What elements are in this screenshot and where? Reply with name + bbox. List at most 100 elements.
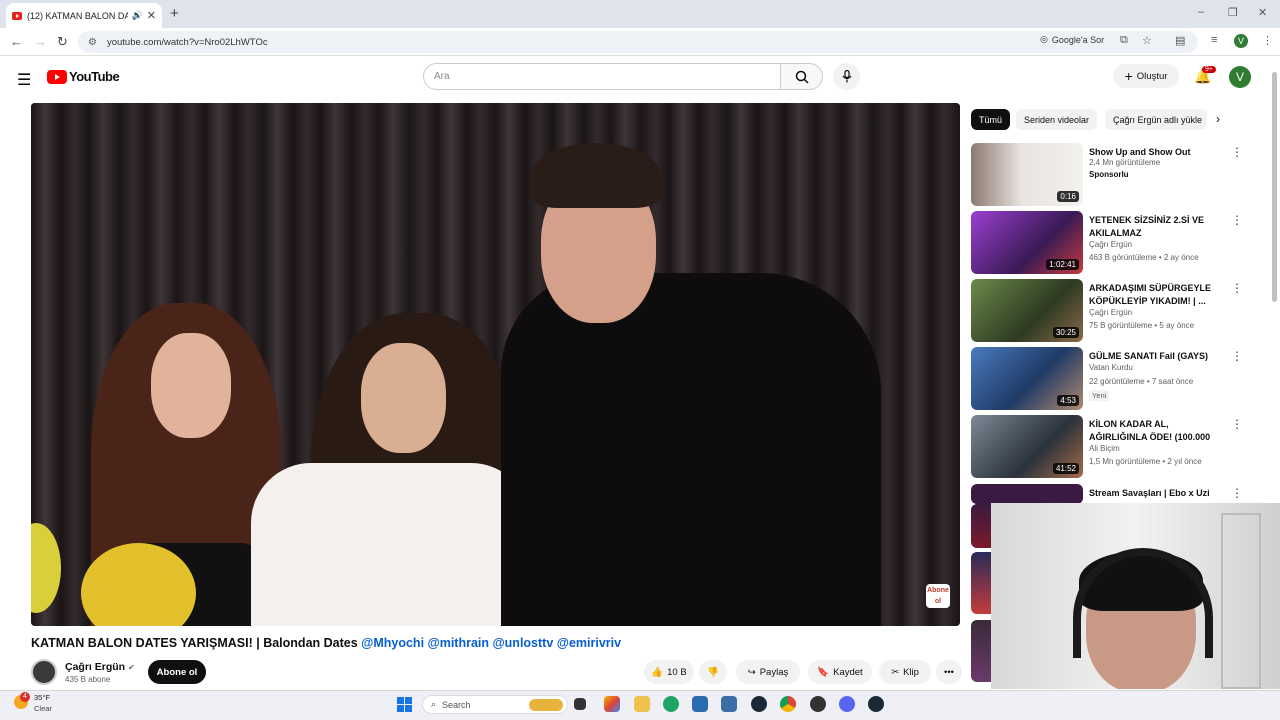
video-thumbnail[interactable] [971,620,991,682]
maximize-button[interactable]: ❐ [1228,6,1238,19]
chip-channel-uploads[interactable]: Çağrı Ergün adlı yükle [1105,109,1207,130]
bookmark-star-icon[interactable]: ☆ [1142,34,1152,47]
side-panel-icon[interactable]: ▤ [1175,34,1185,47]
tab-close-icon[interactable]: ✕ [147,9,156,22]
edge-browser-icon[interactable] [663,696,679,712]
clip-button[interactable]: ✂ Klip [879,660,931,684]
video-thumbnail[interactable]: 0:16 [971,143,1083,206]
chip-series[interactable]: Seriden videolar [1016,109,1098,130]
video-person-right [501,273,881,626]
discord-icon[interactable] [839,696,855,712]
copilot-icon[interactable] [604,696,620,712]
channel-avatar[interactable] [31,659,57,685]
recommendation-channel[interactable]: Çağrı Ergün [1089,308,1132,317]
duration-badge: 0:16 [1057,191,1079,202]
recommendation-title[interactable]: YETENEK SİZSİNİZ 2.Sİ VE AKILALMAZ SİHİR… [1089,214,1227,240]
reload-icon[interactable]: ↻ [57,34,68,50]
page-scrollbar[interactable] [1271,62,1278,322]
video-thumbnail[interactable]: 1:02:41 [971,211,1083,274]
chrome-icon[interactable] [780,696,796,712]
video-thumbnail[interactable]: 30:25 [971,279,1083,342]
recommendation-meta: 22 görüntüleme • 7 saat önce [1089,377,1194,386]
hamburger-menu-icon[interactable]: ☰ [17,70,31,90]
google-lens-button[interactable]: ◎ Google'a Sor [1040,34,1104,45]
recommendation-title[interactable]: KİLON KADAR AL, AĞIRLIĞINLA ÖDE! (100.00… [1089,418,1227,444]
steam-icon[interactable] [868,696,884,712]
duration-badge: 4:53 [1057,395,1079,406]
windows-start-icon[interactable] [397,697,412,712]
browser-menu-icon[interactable]: ⋮ [1262,34,1273,47]
recommendation-meta: 463 B görüntüleme • 2 ay önce [1089,253,1199,262]
recommendation-item[interactable]: 0:16 Show Up and Show Out 2,4 Mn görüntü… [971,143,1251,207]
url-bar[interactable]: ⚙ youtube.com/watch?v=Nro02LhWTOc [78,31,1198,53]
search-icon: ⌕ [431,699,437,709]
more-options-icon[interactable]: ⋮ [1231,281,1243,295]
lens-icon: ◎ [1040,34,1048,44]
minimize-button[interactable]: – [1198,6,1204,18]
search-input[interactable]: Ara [423,63,781,90]
save-button[interactable]: 🔖 Kaydet [808,660,872,684]
more-options-icon[interactable]: ⋮ [1231,417,1243,431]
youtube-play-icon [47,69,67,84]
thumbs-up-icon: 👍 [651,666,664,678]
video-thumbnail[interactable] [971,504,991,548]
more-options-icon[interactable]: ⋮ [1231,349,1243,363]
recommendation-item[interactable]: 4:53 GÜLME SANATI Fail (GAYS) Vatan Kurd… [971,347,1251,411]
scrollbar-thumb[interactable] [1272,72,1277,302]
video-thumbnail[interactable] [971,552,991,614]
subscribe-watermark[interactable]: Abone ol [926,584,950,608]
weather-badge: 4 [20,692,30,702]
recommendation-item[interactable]: 41:52 KİLON KADAR AL, AĞIRLIĞINLA ÖDE! (… [971,415,1251,479]
chip-all[interactable]: Tümü [971,109,1011,130]
recommendation-channel[interactable]: Ali Biçim [1089,444,1120,453]
taskbar-search-input[interactable]: ⌕ Search [422,695,568,714]
weather-temperature[interactable]: 35°F [34,693,50,702]
video-title-mentions[interactable]: @Mhyochi @mithrain @unlosttv @emirivriv [361,636,621,650]
video-thumbnail[interactable]: 41:52 [971,415,1083,478]
recommendation-item[interactable]: 30:25 ARKADAŞIMI SÜPÜRGEYLE KÖPÜKLEYİP Y… [971,279,1251,343]
back-icon[interactable]: ← [10,34,23,49]
task-view-icon[interactable] [574,698,586,710]
obs-icon[interactable] [810,696,826,712]
video-thumbnail[interactable] [971,484,1083,504]
new-tab-button[interactable]: + [170,5,179,22]
browser-profile-avatar[interactable]: V [1234,34,1248,48]
tab-title: (12) KATMAN BALON DATES [27,10,128,21]
more-actions-button[interactable]: ••• [936,660,962,684]
subscribe-button[interactable]: Abone ol [148,660,206,684]
install-app-icon[interactable]: ⧉ [1120,34,1128,47]
like-button[interactable]: 👍 10 B [644,660,694,684]
more-options-icon[interactable]: ⋮ [1231,145,1243,159]
more-options-icon[interactable]: ⋮ [1231,213,1243,227]
speaker-icon[interactable]: 🔊 [132,10,143,21]
video-thumbnail[interactable]: 4:53 [971,347,1083,410]
more-options-icon[interactable]: ⋮ [1231,486,1243,500]
recommendation-item[interactable]: 1:02:41 YETENEK SİZSİNİZ 2.Sİ VE AKILALM… [971,211,1251,275]
window-close-button[interactable]: ✕ [1258,6,1267,19]
recommendation-title[interactable]: Stream Savaşları | Ebo x Uzi [1089,487,1227,500]
forward-icon[interactable]: → [34,34,47,49]
file-explorer-icon[interactable] [634,696,650,712]
browser-tab-active[interactable]: (12) KATMAN BALON DATES 🔊 ✕ [6,3,162,28]
create-button[interactable]: + Oluştur [1113,64,1179,88]
reading-list-icon[interactable]: ≡ [1211,34,1217,46]
share-button[interactable]: ↪ Paylaş [736,660,800,684]
scissors-icon: ✂ [891,666,900,678]
recommendation-channel[interactable]: Çağrı Ergün [1089,240,1132,249]
recommendation-item[interactable]: Stream Savaşları | Ebo x Uzi ⋮ [971,484,1251,504]
recommendation-channel[interactable]: Vatan Kurdu [1089,363,1133,372]
recommendation-title[interactable]: ARKADAŞIMI SÜPÜRGEYLE KÖPÜKLEYİP YIKADIM… [1089,282,1227,308]
channel-name[interactable]: Çağrı Ergün ✔ [65,661,135,673]
site-info-icon[interactable]: ⚙ [88,37,97,48]
chevron-right-icon[interactable]: › [1216,112,1220,126]
app-icon[interactable] [721,696,737,712]
video-player[interactable]: Abone ol [31,103,960,626]
account-avatar[interactable]: V [1229,66,1251,88]
recommendation-title[interactable]: GÜLME SANATI Fail (GAYS) [1089,350,1227,363]
youtube-logo[interactable]: YouTube [47,69,120,84]
search-button[interactable] [781,63,823,90]
dislike-button[interactable]: 👎 [699,660,727,684]
store-icon[interactable] [692,696,708,712]
voice-search-button[interactable] [833,63,860,90]
steam-icon[interactable] [751,696,767,712]
